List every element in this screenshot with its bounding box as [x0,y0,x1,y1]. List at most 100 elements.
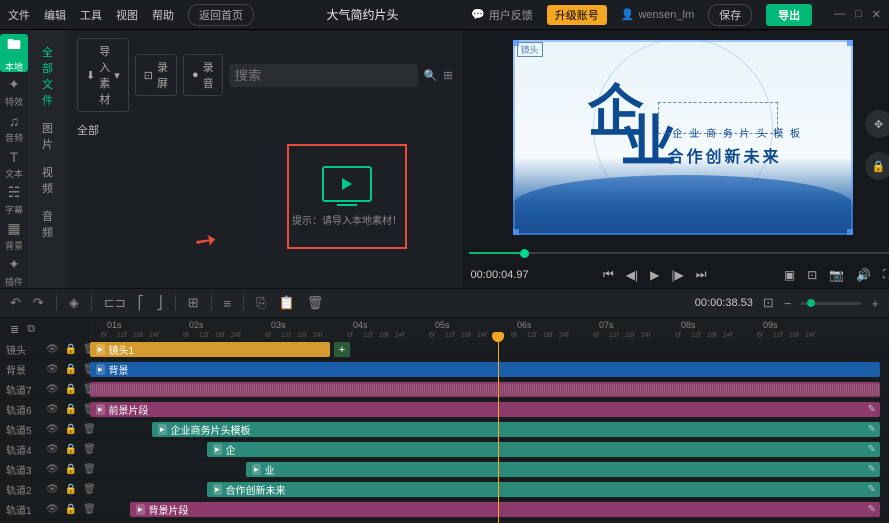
grid-view-icon[interactable]: ⊞ [443,69,452,82]
time-ruler[interactable]: 01s6f12f18f24f02s6f12f18f24f03s6f12f18f2… [90,318,889,340]
timeline-clip[interactable]: ▸业✎ [246,462,880,477]
track-content[interactable]: ▸镜头1+ [90,340,889,359]
copy-button[interactable]: ⎘ [256,295,266,311]
cat-videos[interactable]: 视频 [28,158,67,202]
close-icon[interactable]: ✕ [872,8,881,21]
zoom-slider[interactable] [801,302,861,305]
import-hint-box[interactable]: 提示：请导入本地素材！ [287,144,407,249]
lock-icon[interactable]: 🔒 [65,344,77,355]
cat-all-files[interactable]: 全部文件 [28,38,67,114]
play-button[interactable]: ▶ [647,268,662,282]
edit-icon[interactable]: ✎ [868,504,876,515]
add-clip-button[interactable]: + [334,342,350,357]
menu-tools[interactable]: 工具 [80,7,102,23]
visibility-icon[interactable]: 👁 [46,464,59,475]
menu-edit[interactable]: 编辑 [44,7,66,23]
record-screen-button[interactable]: ⊡录屏 [135,54,177,96]
lock-icon[interactable]: 🔒 [65,384,77,395]
group-button[interactable]: ⊞ [188,295,199,311]
trim-left-button[interactable]: ⎡ [138,295,145,311]
cat-audio[interactable]: 音频 [28,202,67,246]
lock-button[interactable]: 🔒 [865,152,889,180]
visibility-icon[interactable]: 👁 [46,444,59,455]
rail-subtitle[interactable]: ☵字幕 [0,184,28,216]
timeline-clip[interactable]: ▸背景片段✎ [130,502,880,517]
rail-effects[interactable]: ✦特效 [0,76,28,108]
track-content[interactable] [90,380,889,399]
menu-help[interactable]: 帮助 [152,7,174,23]
crop-icon[interactable]: ▣ [781,268,798,282]
lock-icon[interactable]: 🔒 [65,464,77,475]
preview-scrubber[interactable] [463,245,889,261]
edit-icon[interactable]: ✎ [868,484,876,495]
edit-icon[interactable]: ✎ [868,424,876,435]
track-content[interactable]: ▸业✎ [90,460,889,479]
timeline-clip[interactable]: ▸企✎ [207,442,880,457]
timeline-clip[interactable]: ▸合作创新未来✎ [207,482,880,497]
timeline-clip[interactable]: ▸前景片段✎ [90,402,880,417]
transform-button[interactable]: ✥ [865,110,889,138]
visibility-icon[interactable]: 👁 [46,424,59,435]
lock-icon[interactable]: 🔒 [65,504,77,515]
prev-button[interactable]: ⏮ [600,267,617,282]
return-home-button[interactable]: 返回首页 [188,4,254,26]
maximize-icon[interactable]: □ [855,8,862,21]
volume-icon[interactable]: 🔊 [853,268,874,282]
track-content[interactable]: ▸企业商务片头模板✎ [90,420,889,439]
export-button[interactable]: 导出 [766,4,812,26]
fit-button[interactable]: ⊡ [763,295,774,311]
timeline-clip[interactable] [90,382,880,397]
playhead[interactable] [498,340,499,523]
search-icon[interactable]: 🔍 [424,69,438,82]
layers-button[interactable]: ≡ [224,296,232,311]
snapshot-icon[interactable]: 📷 [826,268,847,282]
trim-right-button[interactable]: ⎦ [156,295,163,311]
undo-button[interactable]: ↶ [10,295,21,311]
track-content[interactable]: ▸背景片段✎ [90,500,889,519]
rail-background[interactable]: ▦背景 [0,220,28,252]
visibility-icon[interactable]: 👁 [46,344,59,355]
menu-file[interactable]: 文件 [8,7,30,23]
rail-plugins[interactable]: ✦插件 [0,256,28,288]
lock-icon[interactable]: 🔒 [65,424,77,435]
timeline-clip[interactable]: ▸背景 [90,362,880,377]
import-button[interactable]: ⬇导入素材▾ [77,38,129,112]
timeline-menu-icon[interactable]: ≣ [10,323,19,336]
track-content[interactable]: ▸前景片段✎ [90,400,889,419]
search-input[interactable] [229,64,418,87]
zoom-in-button[interactable]: + [871,296,879,311]
safe-zone-icon[interactable]: ⊡ [804,268,820,282]
redo-button[interactable]: ↷ [33,295,44,311]
lock-icon[interactable]: 🔒 [65,404,77,415]
record-audio-button[interactable]: ●录音 [183,54,223,96]
rail-local[interactable]: 🖿本地 [0,34,28,72]
feedback-button[interactable]: 💬 用户反馈 [471,7,533,23]
zoom-out-button[interactable]: − [784,296,792,311]
menu-view[interactable]: 视图 [116,7,138,23]
edit-icon[interactable]: ✎ [868,444,876,455]
track-content[interactable]: ▸企✎ [90,440,889,459]
upgrade-button[interactable]: 升级账号 [547,5,607,25]
minimize-icon[interactable]: — [834,8,845,21]
timeline-link-icon[interactable]: ⧉ [27,323,35,336]
paste-button[interactable]: 📋 [279,295,295,311]
lock-icon[interactable]: 🔒 [65,484,77,495]
lock-icon[interactable]: 🔒 [65,444,77,455]
edit-icon[interactable]: ✎ [868,464,876,475]
edit-icon[interactable]: ✎ [868,404,876,415]
rail-audio[interactable]: ♫音频 [0,112,28,144]
cat-images[interactable]: 图片 [28,114,67,158]
next-button[interactable]: ⏭ [693,267,710,282]
visibility-icon[interactable]: 👁 [46,364,59,375]
track-content[interactable]: ▸背景 [90,360,889,379]
split-button[interactable]: ⊏⊐ [104,295,126,311]
lock-icon[interactable]: 🔒 [65,364,77,375]
visibility-icon[interactable]: 👁 [46,504,59,515]
visibility-icon[interactable]: 👁 [46,404,59,415]
save-button[interactable]: 保存 [708,4,752,26]
delete-button[interactable]: 🗑 [307,295,324,311]
user-label[interactable]: 👤 wensen_lm [621,8,694,21]
fullscreen-icon[interactable]: ⛶ [880,267,889,282]
step-back-button[interactable]: ◀| [623,268,641,282]
step-fwd-button[interactable]: |▶ [668,268,686,282]
